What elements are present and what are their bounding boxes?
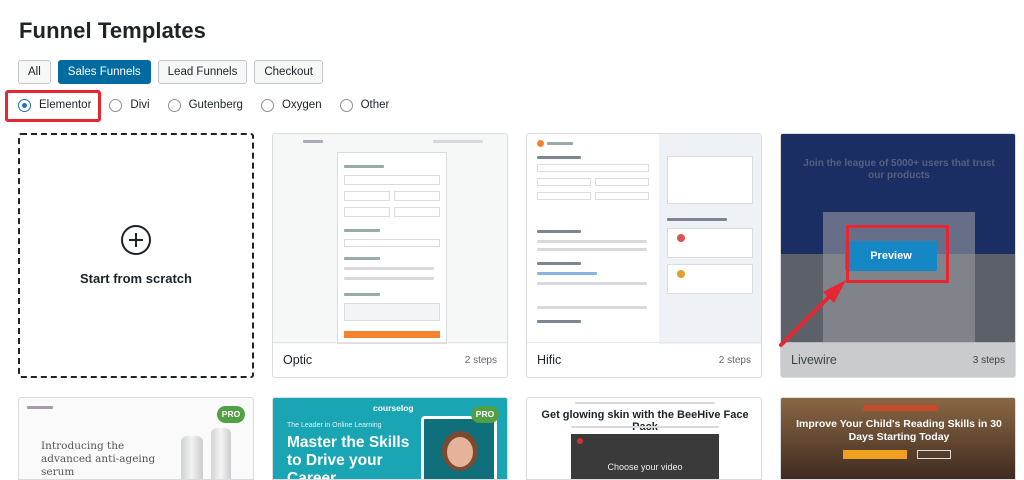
template-steps: 3 steps: [972, 354, 1005, 366]
template-headline: Introducing the advanced anti-ageing ser…: [41, 440, 156, 478]
radio-dot[interactable]: [109, 98, 123, 112]
template-card-footer: Optic 2 steps: [273, 342, 507, 377]
plus-circle-icon: [121, 225, 151, 255]
funnel-type-tabs: All Sales Funnels Lead Funnels Checkout: [18, 60, 323, 84]
radio-other[interactable]: Other: [339, 98, 390, 112]
pro-badge: PRO: [471, 406, 499, 423]
video-caption: Choose your video: [607, 462, 683, 472]
video-player: Choose your video: [571, 434, 719, 479]
elementor-highlight-annotation: [5, 90, 101, 122]
template-steps: 2 steps: [718, 354, 751, 366]
radio-divi[interactable]: Divi: [109, 98, 150, 112]
start-from-scratch-label: Start from scratch: [80, 271, 192, 286]
template-card-reading[interactable]: Improve Your Child's Reading Skills in 3…: [780, 397, 1016, 480]
presenter-photo: [421, 416, 497, 479]
template-headline: Improve Your Child's Reading Skills in 3…: [796, 418, 1002, 443]
radio-dot[interactable]: [167, 98, 181, 112]
template-name: Livewire: [791, 353, 837, 367]
radio-gutenberg[interactable]: Gutenberg: [167, 98, 243, 112]
tab-sales-funnels[interactable]: Sales Funnels: [57, 60, 151, 84]
start-from-scratch-card[interactable]: Start from scratch: [18, 133, 254, 378]
radio-dot[interactable]: [260, 98, 274, 112]
radio-label: Other: [360, 99, 390, 111]
template-card-hific[interactable]: Hific 2 steps: [526, 133, 762, 378]
courselog-logo: courselog: [373, 403, 414, 413]
pro-badge: PRO: [217, 406, 245, 423]
page-title: Funnel Templates: [19, 18, 206, 43]
template-kicker: The Leader in Online Learning: [287, 422, 382, 429]
template-name: Hific: [537, 353, 562, 367]
template-thumbnail: [527, 134, 761, 344]
radio-label: Oxygen: [281, 99, 322, 111]
tab-checkout[interactable]: Checkout: [254, 60, 323, 84]
template-headline: Get glowing skin with the BeeHive Face P…: [541, 409, 749, 433]
template-thumbnail: [273, 134, 507, 344]
template-card-serum[interactable]: Introducing the advanced anti-ageing ser…: [18, 397, 254, 480]
preview-highlight-annotation: [846, 225, 949, 283]
template-card-optic[interactable]: Optic 2 steps: [272, 133, 508, 378]
radio-label: Divi: [130, 99, 150, 111]
tab-all[interactable]: All: [18, 60, 51, 84]
template-card-courselog[interactable]: courselog The Leader in Online Learning …: [272, 397, 508, 480]
template-headline: Master the Skills to Drive your Career.: [287, 434, 410, 480]
template-card-beehive[interactable]: Get glowing skin with the BeeHive Face P…: [526, 397, 762, 480]
template-name: Optic: [283, 353, 313, 367]
template-card-footer: Hific 2 steps: [527, 342, 761, 377]
radio-dot[interactable]: [339, 98, 353, 112]
template-steps: 2 steps: [464, 354, 497, 366]
tab-lead-funnels[interactable]: Lead Funnels: [157, 60, 248, 84]
template-card-footer: Livewire 3 steps: [781, 342, 1015, 377]
radio-label: Gutenberg: [188, 99, 243, 111]
radio-oxygen[interactable]: Oxygen: [260, 98, 322, 112]
